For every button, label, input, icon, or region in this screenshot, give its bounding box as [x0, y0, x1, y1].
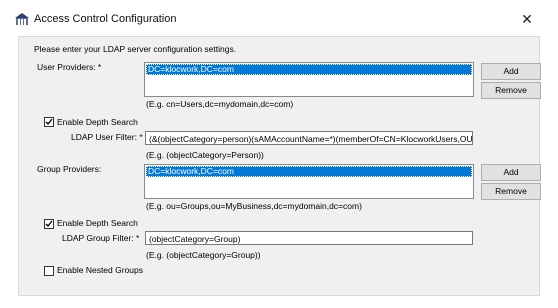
- group-depth-search-checkbox[interactable]: [44, 219, 54, 229]
- title-bar: Access Control Configuration ✕: [0, 0, 558, 34]
- ldap-group-filter-input[interactable]: (objectCategory=Group): [145, 231, 473, 245]
- user-providers-hint: (E.g. cn=Users,dc=mydomain,dc=com): [146, 99, 294, 109]
- nested-groups-label: Enable Nested Groups: [57, 265, 143, 275]
- group-add-button[interactable]: Add: [481, 164, 541, 181]
- ldap-user-filter-hint: (E.g. (objectCategory=Person)): [146, 150, 264, 160]
- group-provider-item[interactable]: DC=klocwork,DC=com: [146, 166, 472, 177]
- user-provider-item[interactable]: DC=klocwork,DC=com: [146, 64, 472, 75]
- group-remove-button[interactable]: Remove: [481, 183, 541, 200]
- ldap-group-filter-label: LDAP Group Filter: *: [62, 233, 140, 243]
- app-icon: [15, 13, 29, 26]
- user-add-button[interactable]: Add: [481, 63, 541, 80]
- close-icon[interactable]: ✕: [517, 9, 537, 29]
- settings-panel: Please enter your LDAP server configurat…: [18, 36, 541, 296]
- ldap-group-filter-hint: (E.g. (objectCategory=Group)): [146, 250, 261, 260]
- user-depth-search-label: Enable Depth Search: [57, 117, 138, 127]
- user-remove-button[interactable]: Remove: [481, 82, 541, 99]
- user-providers-list[interactable]: DC=klocwork,DC=com: [144, 62, 474, 97]
- intro-text: Please enter your LDAP server configurat…: [34, 44, 237, 54]
- ldap-user-filter-input[interactable]: (&(objectCategory=person)(sAMAccountName…: [145, 131, 473, 145]
- checkmark-icon: [45, 118, 53, 125]
- group-providers-label: Group Providers:: [37, 164, 102, 174]
- group-providers-hint: (E.g. ou=Groups,ou=MyBusiness,dc=mydomai…: [146, 201, 362, 211]
- checkmark-icon: [45, 220, 53, 227]
- user-providers-label: User Providers: *: [37, 62, 102, 72]
- nested-groups-checkbox[interactable]: [44, 266, 54, 276]
- group-providers-list[interactable]: DC=klocwork,DC=com: [144, 164, 474, 199]
- ldap-user-filter-label: LDAP User Filter: *: [71, 132, 143, 142]
- window-title: Access Control Configuration: [34, 13, 177, 25]
- group-depth-search-label: Enable Depth Search: [57, 218, 138, 228]
- dialog-window: Access Control Configuration ✕ Please en…: [0, 0, 558, 308]
- user-depth-search-checkbox[interactable]: [44, 117, 54, 127]
